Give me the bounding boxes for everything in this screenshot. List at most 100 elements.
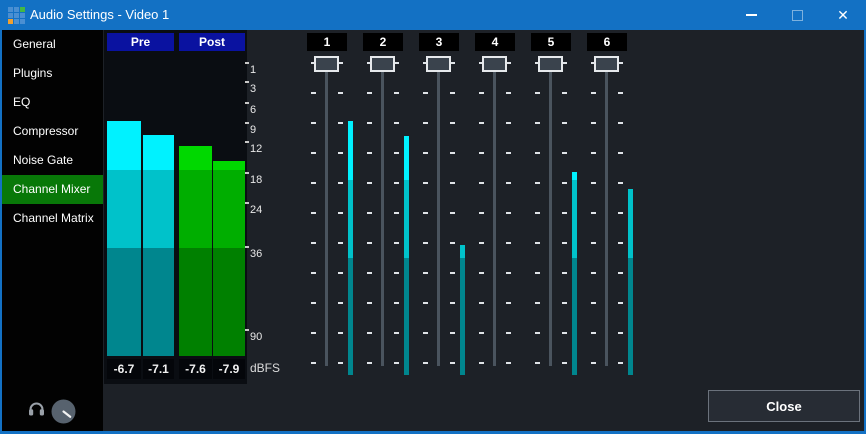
- fader-tick: [591, 182, 596, 184]
- fader-tick: [338, 272, 343, 274]
- fader-tick: [367, 332, 372, 334]
- scale-label-6: 6: [250, 104, 256, 116]
- fader-tick: [618, 362, 623, 364]
- fader-tick: [618, 122, 623, 124]
- fader-tick: [618, 302, 623, 304]
- scale-tick-36: [245, 246, 249, 248]
- fader-tick: [479, 332, 484, 334]
- fader-tick: [367, 92, 372, 94]
- fader-tick: [479, 302, 484, 304]
- fader-tick: [394, 92, 399, 94]
- app-icon-square: [8, 7, 13, 12]
- fader-tick: [562, 332, 567, 334]
- headphones-icon[interactable]: [28, 401, 45, 417]
- channel-1-fader-handle[interactable]: [314, 56, 339, 72]
- channel-6-fader-track[interactable]: [605, 60, 608, 366]
- window-title: Audio Settings - Video 1: [30, 0, 169, 30]
- scale-label-1: 1: [250, 64, 256, 76]
- fader-tick: [479, 242, 484, 244]
- channel-header-5: 5: [531, 33, 571, 51]
- channel-5-fader-track[interactable]: [549, 60, 552, 366]
- fader-tick: [591, 302, 596, 304]
- sidebar-item-noise-gate[interactable]: Noise Gate: [2, 146, 103, 175]
- fader-tick: [618, 182, 623, 184]
- scale-label-9: 9: [250, 124, 256, 136]
- fader-tick: [618, 92, 623, 94]
- fader-tick: [506, 122, 511, 124]
- fader-tick: [562, 122, 567, 124]
- channel-3-fader-handle[interactable]: [426, 56, 451, 72]
- fader-tick: [562, 212, 567, 214]
- post-db-value: -7.9: [213, 359, 245, 379]
- channel-5-fader-handle[interactable]: [538, 56, 563, 72]
- sidebar-item-channel-matrix[interactable]: Channel Matrix: [2, 204, 103, 233]
- headphones-volume-knob[interactable]: [51, 399, 76, 424]
- channel-1-fader-track[interactable]: [325, 60, 328, 366]
- fader-tick: [591, 362, 596, 364]
- maximize-button: [774, 0, 820, 30]
- fader-tick: [394, 242, 399, 244]
- fader-tick: [367, 302, 372, 304]
- channel-3-fader-track[interactable]: [437, 60, 440, 366]
- sidebar-item-channel-mixer[interactable]: Channel Mixer: [2, 175, 103, 204]
- sidebar-item-compressor[interactable]: Compressor: [2, 117, 103, 146]
- app-icon-square: [14, 19, 19, 24]
- channel-6-fader-handle[interactable]: [594, 56, 619, 72]
- fader-tick: [338, 332, 343, 334]
- channel-4-fader-handle[interactable]: [482, 56, 507, 72]
- fader-tick: [562, 92, 567, 94]
- fader-tick: [311, 302, 316, 304]
- post-db-value: -7.6: [179, 359, 212, 379]
- fader-tick: [394, 362, 399, 364]
- fader-tick: [338, 152, 343, 154]
- sidebar-item-eq[interactable]: EQ: [2, 88, 103, 117]
- sidebar: GeneralPluginsEQCompressorNoise GateChan…: [2, 30, 103, 431]
- fader-tick: [450, 272, 455, 274]
- scale-tick-12: [245, 141, 249, 143]
- fader-tick: [591, 212, 596, 214]
- scale-label-18: 18: [250, 174, 262, 186]
- fader-tick: [506, 272, 511, 274]
- fader-tick: [367, 362, 372, 364]
- sidebar-item-general[interactable]: General: [2, 30, 103, 59]
- fader-tick: [367, 122, 372, 124]
- dbfs-unit-label: dBFS: [250, 361, 280, 375]
- app-icon-square: [8, 13, 13, 18]
- fader-tick: [338, 182, 343, 184]
- minimize-button[interactable]: [728, 0, 774, 30]
- fader-tick: [562, 242, 567, 244]
- fader-tick: [450, 332, 455, 334]
- fader-tick: [338, 212, 343, 214]
- fader-tick: [394, 152, 399, 154]
- fader-tick: [535, 182, 540, 184]
- fader-tick: [535, 302, 540, 304]
- fader-tick: [338, 122, 343, 124]
- sidebar-item-plugins[interactable]: Plugins: [2, 59, 103, 88]
- post-level-bar: [213, 161, 245, 356]
- pre-db-value: -6.7: [107, 359, 141, 379]
- fader-tick: [423, 302, 428, 304]
- post-level-bar: [179, 146, 212, 356]
- app-icon-square: [8, 19, 13, 24]
- channel-2-fader-track[interactable]: [381, 60, 384, 366]
- fader-tick: [618, 242, 623, 244]
- scale-tick-24: [245, 202, 249, 204]
- fader-tick: [311, 242, 316, 244]
- channel-2-fader-handle[interactable]: [370, 56, 395, 72]
- titlebar: Audio Settings - Video 1 ✕: [0, 0, 866, 30]
- fader-tick: [311, 122, 316, 124]
- channel-header-4: 4: [475, 33, 515, 51]
- fader-tick: [450, 362, 455, 364]
- fader-tick: [423, 182, 428, 184]
- scale-label-36: 36: [250, 248, 262, 260]
- channel-4-fader-track[interactable]: [493, 60, 496, 366]
- close-button[interactable]: Close: [708, 390, 860, 422]
- fader-tick: [338, 302, 343, 304]
- app-icon-square: [20, 7, 25, 12]
- channel-5-level-meter: [572, 172, 577, 375]
- close-window-button[interactable]: ✕: [820, 0, 866, 30]
- fader-tick: [562, 152, 567, 154]
- fader-tick: [311, 212, 316, 214]
- fader-tick: [450, 212, 455, 214]
- fader-tick: [562, 302, 567, 304]
